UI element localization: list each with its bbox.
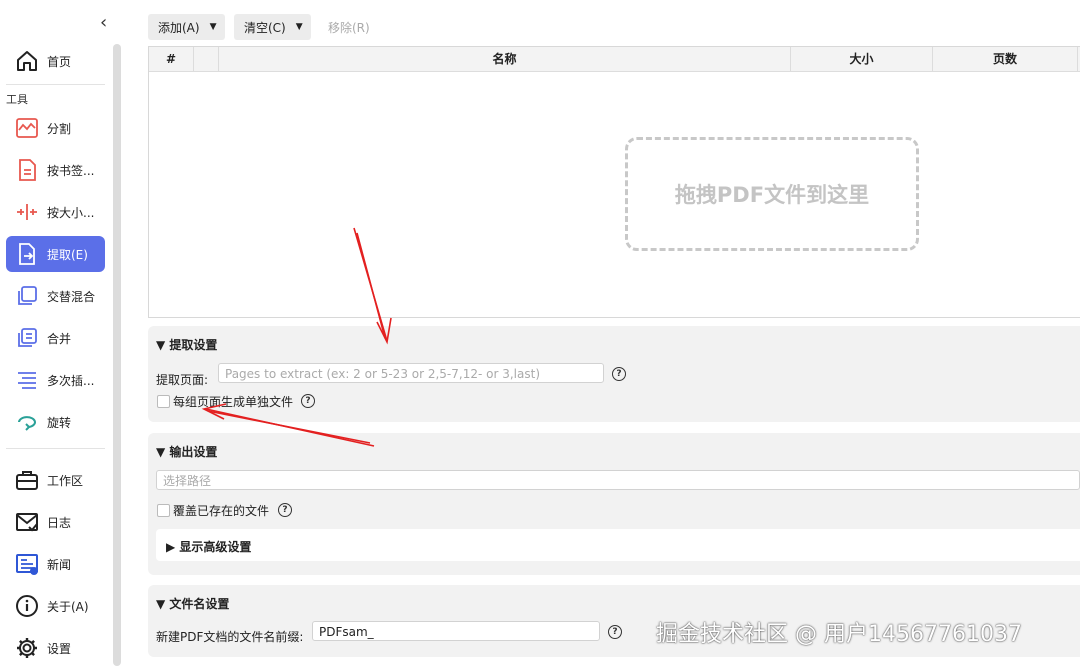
filename-settings-title: 文件名设置 xyxy=(169,597,230,611)
sidebar-item-label: 工作区 xyxy=(47,473,84,488)
prefix-input[interactable]: PDFsam_ xyxy=(312,621,600,641)
sidebar-item-multi-insert[interactable]: 多次插... xyxy=(6,362,105,398)
sidebar-item-split[interactable]: 分割 xyxy=(6,110,105,146)
sidebar-item-label: 旋转 xyxy=(47,415,72,430)
remove-button[interactable]: 移除(R) xyxy=(318,14,380,40)
sidebar-item-label: 提取(E) xyxy=(47,247,88,262)
output-settings-panel: ▼ 输出设置 选择路径 覆盖已存在的文件 ? ▶ 显示高级设置 xyxy=(148,433,1080,575)
rotate-icon xyxy=(14,409,40,435)
sidebar-item-merge[interactable]: 合并 xyxy=(6,320,105,356)
clear-button[interactable]: 清空(C) ▼ xyxy=(234,14,311,40)
extract-settings-title: 提取设置 xyxy=(169,338,218,352)
sidebar-item-label: 多次插... xyxy=(47,373,95,388)
collapse-sidebar-button[interactable]: ‹ xyxy=(100,12,107,33)
table-header: # 名称 大小 页数 xyxy=(149,47,1080,72)
column-header-pages[interactable]: 页数 xyxy=(933,47,1078,71)
column-header-name[interactable]: 名称 xyxy=(219,47,791,71)
column-header-index[interactable]: # xyxy=(149,47,194,71)
extract-settings-toggle[interactable]: ▼ 提取设置 xyxy=(156,336,217,353)
help-icon[interactable]: ? xyxy=(278,503,292,517)
prefix-label: 新建PDF文档的文件名前缀: xyxy=(156,630,304,644)
home-icon xyxy=(14,48,40,74)
sidebar-item-label: 设置 xyxy=(47,641,72,656)
settings-icon xyxy=(14,635,40,661)
pages-label: 提取页面: xyxy=(156,373,209,387)
sidebar-item-workspace[interactable]: 工作区 xyxy=(6,462,105,498)
file-table[interactable]: # 名称 大小 页数 拖拽PDF文件到这里 xyxy=(148,46,1080,318)
separate-files-label: 每组页面生成单独文件 xyxy=(173,395,294,409)
sidebar-item-label: 日志 xyxy=(47,515,72,530)
alternate-mix-icon xyxy=(14,283,40,309)
watermark: 掘金技术社区 @ 用户14567761037 xyxy=(656,622,1022,647)
sidebar-item-rotate[interactable]: 旋转 xyxy=(6,404,105,440)
sidebar-item-label: 按大小... xyxy=(47,205,95,220)
log-icon xyxy=(14,509,40,535)
help-icon[interactable]: ? xyxy=(301,394,315,408)
sidebar-item-label: 按书签... xyxy=(47,163,95,178)
sidebar: ‹ 首页 工具 分割 按书签... 按大小... 提取(E) 交替混合 合并 多… xyxy=(0,0,124,666)
merge-icon xyxy=(14,325,40,351)
extract-settings-panel: ▼ 提取设置 提取页面: Pages to extract (ex: 2 or … xyxy=(148,326,1080,422)
about-icon xyxy=(14,593,40,619)
tools-section-label: 工具 xyxy=(6,93,28,106)
multi-insert-icon xyxy=(14,367,40,393)
help-icon[interactable]: ? xyxy=(612,367,626,381)
bookmark-split-icon xyxy=(14,157,40,183)
filename-settings-toggle[interactable]: ▼ 文件名设置 xyxy=(156,595,229,612)
sidebar-item-log[interactable]: 日志 xyxy=(6,504,105,540)
chevron-left-icon: ‹ xyxy=(100,12,108,33)
divider xyxy=(6,448,105,449)
drop-zone[interactable]: 拖拽PDF文件到这里 xyxy=(625,137,919,251)
clear-button-label: 清空(C) xyxy=(244,20,286,35)
caret-down-icon[interactable]: ▼ xyxy=(210,22,225,32)
advanced-settings-row[interactable]: ▶ 显示高级设置 xyxy=(156,529,1080,561)
add-button[interactable]: 添加(A) ▼ xyxy=(148,14,225,40)
extract-icon xyxy=(14,241,40,267)
sidebar-item-label: 关于(A) xyxy=(47,599,89,614)
sidebar-item-label: 交替混合 xyxy=(47,289,96,304)
remove-button-label: 移除(R) xyxy=(328,20,370,35)
sidebar-item-label: 新闻 xyxy=(47,557,72,572)
sidebar-scrollbar[interactable] xyxy=(113,44,121,666)
column-header-spacer xyxy=(194,47,219,71)
output-settings-title: 输出设置 xyxy=(169,445,218,459)
pages-input[interactable]: Pages to extract (ex: 2 or 5-23 or 2,5-7… xyxy=(218,363,604,383)
caret-down-icon[interactable]: ▼ xyxy=(296,22,311,32)
sidebar-item-bookmark-split[interactable]: 按书签... xyxy=(6,152,105,188)
sidebar-item-settings[interactable]: 设置 xyxy=(6,630,105,666)
help-icon[interactable]: ? xyxy=(608,625,622,639)
sidebar-item-label: 分割 xyxy=(47,121,72,136)
news-icon xyxy=(14,551,40,577)
sidebar-item-home[interactable]: 首页 xyxy=(6,43,105,79)
advanced-settings-label: 显示高级设置 xyxy=(179,540,252,554)
divider xyxy=(6,84,105,85)
split-icon xyxy=(14,115,40,141)
sidebar-item-news[interactable]: 新闻 xyxy=(6,546,105,582)
output-path-input[interactable]: 选择路径 xyxy=(156,470,1080,490)
advanced-settings-toggle[interactable]: ▶ 显示高级设置 xyxy=(166,538,251,555)
separate-files-checkbox[interactable] xyxy=(157,395,170,408)
workspace-icon xyxy=(14,467,40,493)
sidebar-item-extract[interactable]: 提取(E) xyxy=(6,236,105,272)
size-split-icon xyxy=(14,199,40,225)
sidebar-item-size-split[interactable]: 按大小... xyxy=(6,194,105,230)
sidebar-item-label: 合并 xyxy=(47,331,72,346)
sidebar-item-about[interactable]: 关于(A) xyxy=(6,588,105,624)
overwrite-label: 覆盖已存在的文件 xyxy=(173,504,270,518)
output-settings-toggle[interactable]: ▼ 输出设置 xyxy=(156,443,217,460)
sidebar-item-label: 首页 xyxy=(47,54,72,69)
sidebar-item-alternate-mix[interactable]: 交替混合 xyxy=(6,278,105,314)
overwrite-checkbox[interactable] xyxy=(157,504,170,517)
column-header-size[interactable]: 大小 xyxy=(791,47,933,71)
add-button-label: 添加(A) xyxy=(158,20,200,35)
